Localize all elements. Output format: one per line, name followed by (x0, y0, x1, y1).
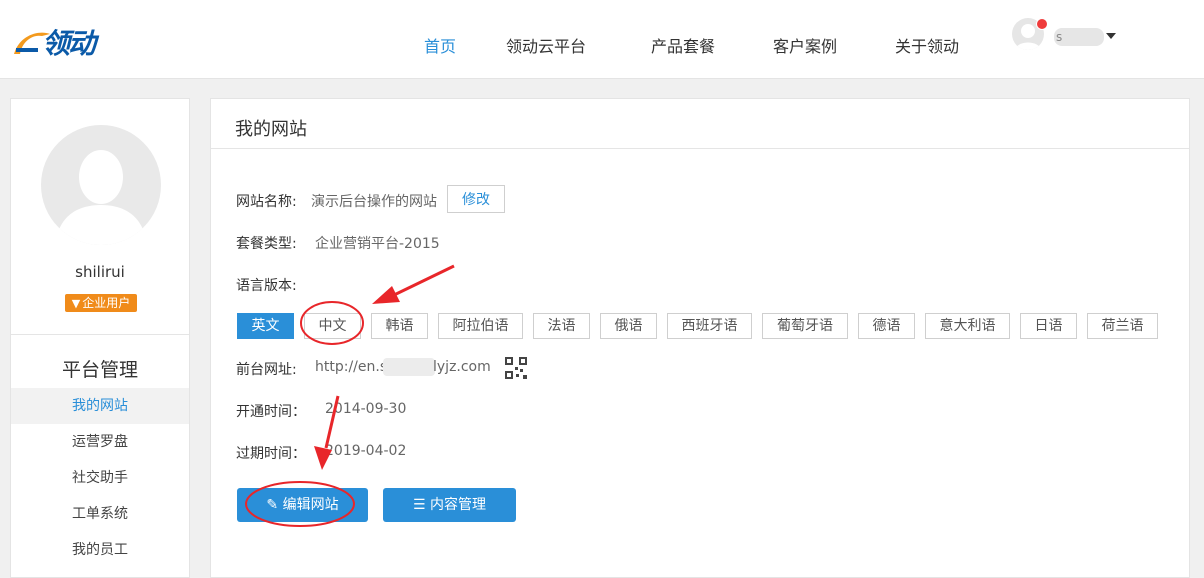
annotation-arrow-icon (372, 264, 455, 304)
annotation-arrow-icon (314, 395, 340, 470)
annotation-circle-edit (245, 481, 355, 527)
annotation-overlay (245, 264, 455, 527)
annotation-circle-chinese (300, 301, 364, 345)
